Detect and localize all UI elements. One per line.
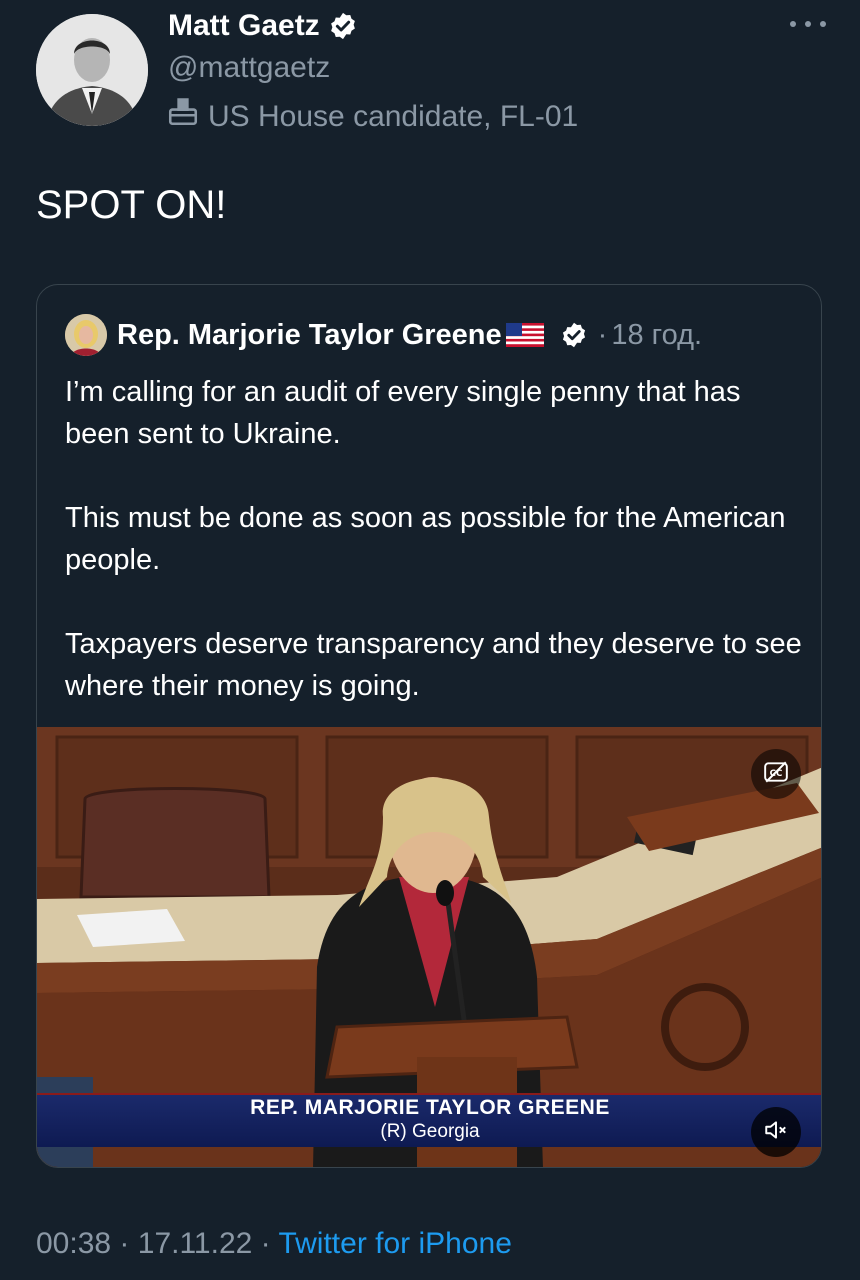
author-name[interactable]: Matt Gaetz [168, 6, 320, 46]
meta-separator: · [260, 1227, 271, 1260]
quoted-author-avatar[interactable] [65, 314, 107, 356]
quoted-video[interactable]: CC REP. MARJORIE TAYLOR GREENE (R) Georg… [37, 727, 821, 1167]
quoted-paragraph: I’m calling for an audit of every single… [65, 376, 741, 450]
quoted-paragraph: Taxpayers deserve transparency and they … [65, 628, 802, 702]
tweet-text: SPOT ON! [36, 183, 227, 227]
more-options-button[interactable] [790, 12, 826, 36]
author-handle[interactable]: @mattgaetz [168, 48, 330, 88]
tweet-source-link[interactable]: Twitter for iPhone [278, 1227, 511, 1260]
video-lower-third: REP. MARJORIE TAYLOR GREENE (R) Georgia [37, 1093, 821, 1147]
lower-third-name: REP. MARJORIE TAYLOR GREENE [250, 1096, 610, 1119]
verified-badge-icon [560, 321, 588, 349]
author-affiliation-label: US House candidate, FL-01 [166, 94, 578, 139]
quoted-time-separator: · [597, 318, 608, 351]
meta-separator: · [119, 1227, 130, 1260]
closed-captions-button[interactable]: CC [751, 749, 801, 799]
tweet-meta: 00:38 · 17.11.22 · Twitter for iPhone [36, 1224, 512, 1264]
more-dot-icon [820, 21, 826, 27]
quoted-tweet-body: I’m calling for an audit of every single… [65, 371, 805, 707]
lower-third-party: (R) Georgia [380, 1121, 480, 1142]
closed-captions-icon: CC [763, 759, 789, 790]
ballot-box-icon [166, 94, 200, 139]
muted-speaker-icon [763, 1117, 789, 1148]
tweet-time[interactable]: 00:38 [36, 1227, 111, 1260]
tweet-date[interactable]: 17.11.22 [138, 1227, 253, 1260]
author-avatar[interactable] [36, 14, 148, 126]
quoted-paragraph: This must be done as soon as possible fo… [65, 502, 786, 576]
mute-toggle-button[interactable] [751, 1107, 801, 1157]
more-dot-icon [805, 21, 811, 27]
us-flag-icon [505, 323, 544, 347]
author-label-text: US House candidate, FL-01 [208, 99, 579, 133]
more-dot-icon [790, 21, 796, 27]
quoted-tweet-card[interactable]: Rep. Marjorie Taylor Greene · 18 год. I’… [36, 284, 822, 1168]
verified-badge-icon [328, 11, 358, 41]
quoted-tweet-header[interactable]: Rep. Marjorie Taylor Greene · 18 год. [65, 313, 702, 357]
quoted-author-name[interactable]: Rep. Marjorie Taylor Greene [117, 319, 502, 352]
quoted-timestamp[interactable]: 18 год. [611, 319, 702, 352]
author-name-row[interactable]: Matt Gaetz [168, 6, 358, 46]
